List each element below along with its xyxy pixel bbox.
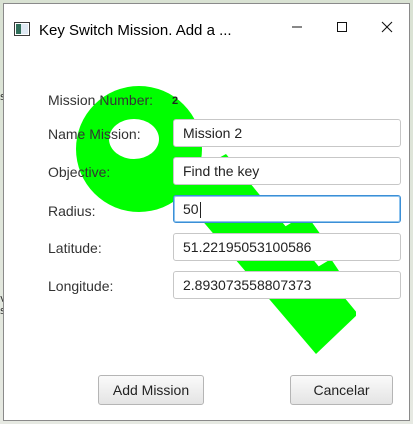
radius-label: Radius:	[48, 203, 96, 219]
name-mission-label: Name Mission:	[48, 126, 141, 142]
minimize-button[interactable]	[274, 4, 319, 50]
objective-label: Objective:	[48, 164, 111, 180]
window-title: Key Switch Mission. Add a ...	[39, 22, 232, 39]
app-window-icon	[14, 22, 30, 36]
latitude-input[interactable]: 51.22195053100586	[173, 233, 401, 261]
cancel-button[interactable]: Cancelar	[290, 375, 393, 405]
maximize-button[interactable]	[319, 4, 364, 50]
longitude-label: Longitude:	[48, 278, 114, 294]
longitude-input[interactable]: 2.893073558807373	[173, 271, 401, 299]
maximize-icon	[336, 22, 347, 32]
radius-input-text: 50	[183, 201, 199, 217]
minimize-icon	[291, 26, 302, 28]
radius-input[interactable]: 50	[173, 195, 401, 223]
name-mission-input[interactable]: Mission 2	[173, 119, 401, 147]
text-caret	[199, 202, 201, 219]
close-button[interactable]	[364, 4, 409, 50]
dialog-window: Key Switch Mission. Add a ... Mission Nu…	[3, 3, 410, 421]
close-icon	[381, 21, 392, 33]
mission-number-value: 2	[172, 95, 179, 107]
add-mission-button[interactable]: Add Mission	[98, 375, 204, 405]
latitude-label: Latitude:	[48, 240, 102, 256]
objective-input[interactable]: Find the key	[173, 157, 401, 185]
mission-number-label: Mission Number:	[48, 92, 154, 108]
title-bar[interactable]: Key Switch Mission. Add a ...	[4, 4, 409, 50]
